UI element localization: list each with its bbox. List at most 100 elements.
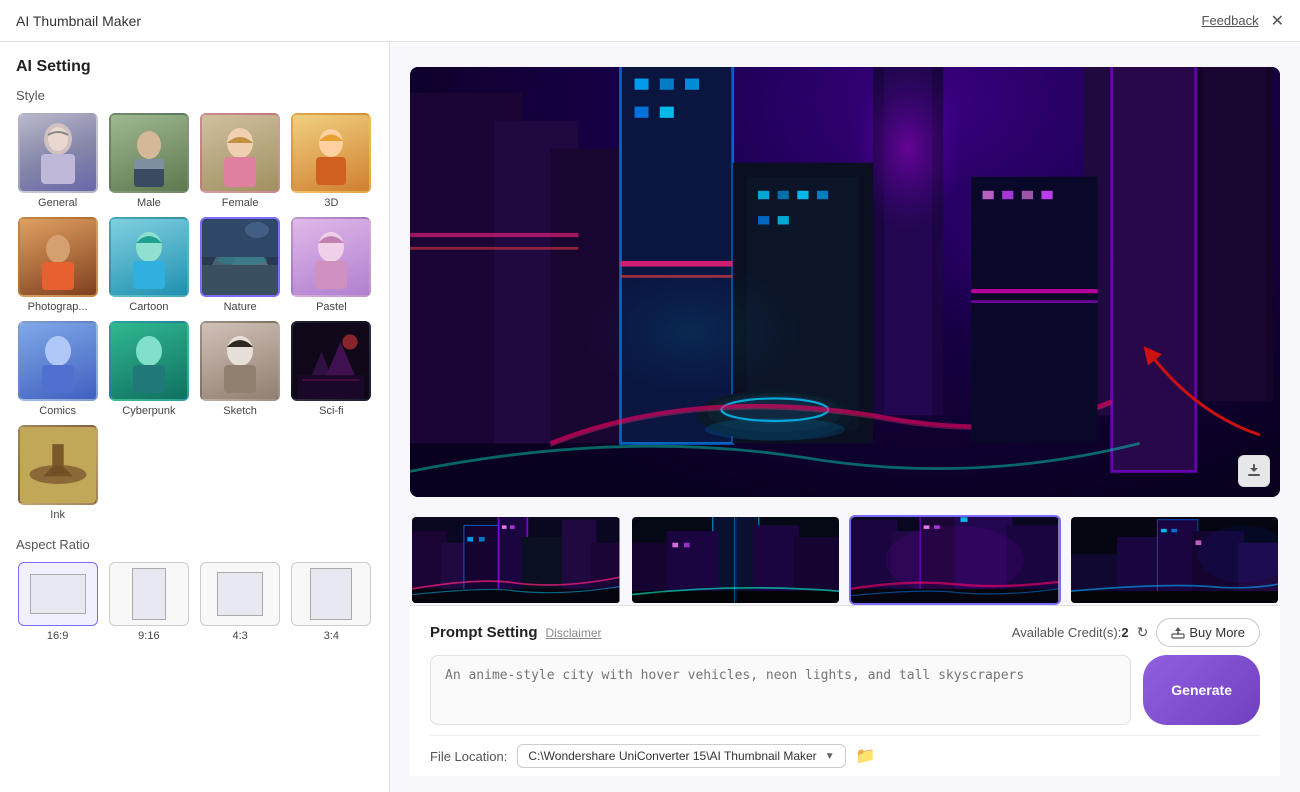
- prompt-setting-title: Prompt Setting: [430, 624, 538, 641]
- file-path-select[interactable]: C:\Wondershare UniConverter 15\AI Thumbn…: [517, 744, 845, 768]
- aspect-label-16-9: 16:9: [47, 630, 68, 642]
- sidebar: AI Setting Style General Male: [0, 42, 390, 792]
- style-item-comics[interactable]: Comics: [16, 321, 99, 417]
- style-grid: General Male Female: [16, 113, 373, 521]
- prompt-header: Prompt Setting Disclaimer Available Cred…: [430, 618, 1260, 647]
- style-thumb-photography: [18, 217, 98, 297]
- main-image-container: [410, 58, 1280, 505]
- title-bar-actions: Feedback ✕: [1202, 11, 1285, 31]
- style-label-cartoon: Cartoon: [129, 301, 168, 313]
- file-location-bar: File Location: C:\Wondershare UniConvert…: [430, 735, 1260, 776]
- style-thumb-ink: [18, 425, 98, 505]
- folder-icon[interactable]: 📁: [856, 746, 876, 766]
- credits-value: 2: [1121, 625, 1128, 640]
- download-button[interactable]: [1238, 455, 1270, 487]
- credits-label: Available Credit(s):2: [1012, 625, 1129, 640]
- style-thumb-male: [109, 113, 189, 193]
- upload-icon: [1171, 626, 1185, 640]
- disclaimer-link[interactable]: Disclaimer: [546, 626, 602, 640]
- style-item-photography[interactable]: Photograp...: [16, 217, 99, 313]
- style-label-pastel: Pastel: [316, 301, 347, 313]
- style-thumb-general: [18, 113, 98, 193]
- refresh-icon[interactable]: ↻: [1137, 624, 1149, 641]
- aspect-item-4-3[interactable]: 4:3: [199, 562, 282, 642]
- style-item-scifi[interactable]: Sci-fi: [290, 321, 373, 417]
- preview-area: [410, 58, 1280, 605]
- style-item-sketch[interactable]: Sketch: [199, 321, 282, 417]
- thumbnail-item-2[interactable]: [630, 515, 842, 605]
- app-title: AI Thumbnail Maker: [16, 13, 141, 29]
- buy-more-button[interactable]: Buy More: [1156, 618, 1260, 647]
- aspect-item-9-16[interactable]: 9:16: [107, 562, 190, 642]
- aspect-grid: 16:9 9:16 4:3: [16, 562, 373, 642]
- aspect-label-3-4: 3:4: [324, 630, 339, 642]
- style-thumb-3d: [291, 113, 371, 193]
- thumbnail-item-1[interactable]: [410, 515, 622, 605]
- style-thumb-sketch: [200, 321, 280, 401]
- thumbnail-item-4[interactable]: [1069, 515, 1281, 605]
- aspect-label-4-3: 4:3: [232, 630, 247, 642]
- aspect-ratio-title: Aspect Ratio: [16, 537, 373, 552]
- thumbnail-item-3[interactable]: [849, 515, 1061, 605]
- style-label-sketch: Sketch: [223, 405, 257, 417]
- style-label-scifi: Sci-fi: [319, 405, 343, 417]
- style-label-nature: Nature: [224, 301, 257, 313]
- aspect-box-3-4: [291, 562, 371, 626]
- generate-button[interactable]: Generate: [1143, 655, 1260, 725]
- style-item-3d[interactable]: 3D: [290, 113, 373, 209]
- aspect-ratio-section: Aspect Ratio 16:9 9:16: [16, 537, 373, 642]
- bottom-panel: Prompt Setting Disclaimer Available Cred…: [410, 605, 1280, 776]
- download-icon: [1246, 463, 1262, 479]
- style-label-female: Female: [222, 197, 259, 209]
- style-thumb-cartoon: [109, 217, 189, 297]
- aspect-label-9-16: 9:16: [138, 630, 159, 642]
- style-item-ink[interactable]: Ink: [16, 425, 99, 521]
- aspect-shape-9-16: [132, 568, 166, 620]
- thumbnail-strip: [410, 515, 1280, 605]
- style-item-pastel[interactable]: Pastel: [290, 217, 373, 313]
- aspect-item-3-4[interactable]: 3:4: [290, 562, 373, 642]
- style-thumb-pastel: [291, 217, 371, 297]
- style-label-cyberpunk: Cyberpunk: [122, 405, 175, 417]
- style-item-male[interactable]: Male: [107, 113, 190, 209]
- title-bar: AI Thumbnail Maker Feedback ✕: [0, 0, 1300, 42]
- aspect-box-4-3: [200, 562, 280, 626]
- main-container: AI Setting Style General Male: [0, 42, 1300, 792]
- style-label-general: General: [38, 197, 77, 209]
- aspect-shape-4-3: [217, 572, 263, 616]
- main-image: [410, 67, 1280, 497]
- style-label-3d: 3D: [324, 197, 338, 209]
- close-button[interactable]: ✕: [1271, 11, 1284, 31]
- aspect-box-16-9: [18, 562, 98, 626]
- style-thumb-female: [200, 113, 280, 193]
- credits-label-text: Available Credit(s):: [1012, 625, 1122, 640]
- aspect-shape-3-4: [310, 568, 352, 620]
- style-label-comics: Comics: [39, 405, 76, 417]
- buy-more-label: Buy More: [1189, 625, 1245, 640]
- ai-setting-title: AI Setting: [16, 58, 373, 76]
- aspect-shape-16-9: [30, 574, 86, 614]
- style-item-cyberpunk[interactable]: Cyberpunk: [107, 321, 190, 417]
- style-label-male: Male: [137, 197, 161, 209]
- style-section-title: Style: [16, 88, 373, 103]
- prompt-input-row: Generate: [430, 655, 1260, 725]
- style-label-photography: Photograp...: [28, 301, 88, 313]
- style-item-cartoon[interactable]: Cartoon: [107, 217, 190, 313]
- style-item-nature[interactable]: Nature: [199, 217, 282, 313]
- style-thumb-comics: [18, 321, 98, 401]
- aspect-box-9-16: [109, 562, 189, 626]
- style-thumb-nature: [200, 217, 280, 297]
- dropdown-arrow-icon: ▼: [825, 751, 835, 762]
- style-item-female[interactable]: Female: [199, 113, 282, 209]
- prompt-input[interactable]: [430, 655, 1131, 725]
- aspect-item-16-9[interactable]: 16:9: [16, 562, 99, 642]
- style-thumb-scifi: [291, 321, 371, 401]
- feedback-link[interactable]: Feedback: [1202, 13, 1259, 28]
- file-location-label: File Location:: [430, 749, 507, 764]
- style-item-general[interactable]: General: [16, 113, 99, 209]
- file-path-text: C:\Wondershare UniConverter 15\AI Thumbn…: [528, 749, 816, 763]
- style-label-ink: Ink: [50, 509, 65, 521]
- credits-area: Available Credit(s):2 ↻ Buy More: [1012, 618, 1260, 647]
- main-content: Prompt Setting Disclaimer Available Cred…: [390, 42, 1300, 792]
- style-thumb-cyberpunk: [109, 321, 189, 401]
